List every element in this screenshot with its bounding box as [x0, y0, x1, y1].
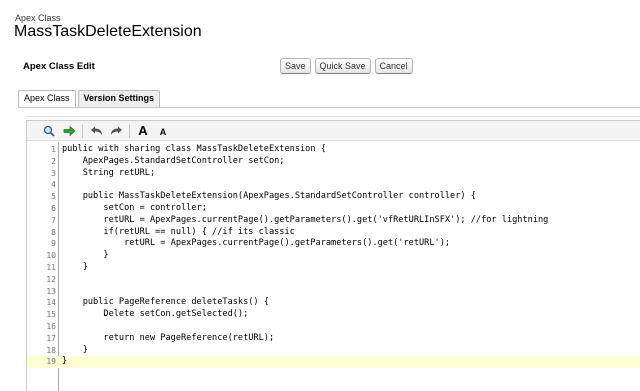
- button-group: Save Quick Save Cancel: [280, 58, 413, 74]
- code-line-text[interactable]: return new PageReference(retURL);: [62, 333, 274, 345]
- code-line[interactable]: 17 return new PageReference(retURL);: [27, 333, 640, 345]
- line-number: 18: [46, 345, 56, 355]
- toolbar-separator: [129, 123, 130, 138]
- line-number: 11: [46, 263, 56, 272]
- code-line-text[interactable]: public MassTaskDeleteExtension(ApexPages…: [62, 191, 476, 203]
- code-editor[interactable]: A A 1 public with sharing class MassTaskD…: [26, 120, 640, 391]
- code-line[interactable]: 10 }: [27, 250, 640, 262]
- font-increase-icon[interactable]: A: [133, 122, 153, 140]
- tab-bar: Apex Class Version Settings: [18, 90, 162, 108]
- code-line[interactable]: 16: [27, 321, 640, 333]
- breadcrumb: Apex Class: [15, 13, 61, 23]
- line-number: 7: [51, 215, 56, 225]
- cancel-button[interactable]: Cancel: [374, 58, 413, 74]
- code-line-text[interactable]: public with sharing class MassTaskDelete…: [62, 144, 326, 156]
- tab-apex-class[interactable]: Apex Class: [18, 90, 76, 108]
- tab-panel-divider: [26, 116, 640, 117]
- line-number: 9: [51, 239, 56, 249]
- code-line[interactable]: 15 Delete setCon.getSelected();: [27, 309, 640, 321]
- line-number: 19: [46, 357, 56, 367]
- code-line-text[interactable]: retURL = ApexPages.currentPage().getPara…: [62, 238, 450, 250]
- code-line-text[interactable]: retURL = ApexPages.currentPage().getPara…: [62, 215, 548, 227]
- code-line[interactable]: 8 if(retURL == null) { //if its classic: [27, 227, 640, 239]
- code-line[interactable]: 9 retURL = ApexPages.currentPage().getPa…: [27, 238, 640, 250]
- line-number: 15: [46, 310, 56, 320]
- line-number: 14: [46, 298, 56, 308]
- code-line[interactable]: 2 ApexPages.StandardSetController setCon…: [27, 156, 640, 168]
- code-line[interactable]: 11 }: [27, 262, 640, 274]
- code-line[interactable]: 3 String retURL;: [27, 168, 640, 180]
- code-line-text[interactable]: String retURL;: [62, 168, 155, 180]
- code-line[interactable]: 12: [27, 274, 640, 286]
- tab-version-settings[interactable]: Version Settings: [77, 90, 161, 107]
- code-line[interactable]: 13: [27, 286, 640, 298]
- code-area[interactable]: 1 public with sharing class MassTaskDelet…: [27, 142, 640, 391]
- code-line-text[interactable]: }: [62, 262, 88, 274]
- undo-icon[interactable]: [86, 122, 106, 140]
- code-line[interactable]: 14 public PageReference deleteTasks() {: [27, 297, 640, 309]
- code-line[interactable]: 5 public MassTaskDeleteExtension(ApexPag…: [27, 191, 640, 203]
- editor-toolbar: A A: [27, 121, 640, 141]
- line-number: 4: [51, 180, 56, 190]
- code-line[interactable]: 6 setCon = controller;: [27, 203, 640, 215]
- code-line[interactable]: 18 }: [27, 345, 640, 357]
- line-number: 8: [51, 227, 56, 237]
- code-line-text[interactable]: if(retURL == null) { //if its classic: [62, 227, 294, 239]
- goto-arrow-icon[interactable]: [59, 122, 79, 140]
- code-line[interactable]: 7 retURL = ApexPages.currentPage().getPa…: [27, 215, 640, 227]
- code-line-text[interactable]: }: [62, 356, 67, 368]
- redo-icon[interactable]: [106, 122, 126, 140]
- line-number: 1: [51, 145, 56, 154]
- line-number: 2: [51, 156, 56, 166]
- line-number: 3: [51, 168, 56, 178]
- code-line-text[interactable]: setCon = controller;: [62, 203, 206, 215]
- font-decrease-icon[interactable]: A: [153, 122, 173, 140]
- search-icon[interactable]: [39, 122, 59, 140]
- line-number: 17: [46, 333, 56, 343]
- code-line[interactable]: 1 public with sharing class MassTaskDelet…: [27, 144, 640, 156]
- line-number: 16: [46, 322, 56, 331]
- page-title: MassTaskDeleteExtension: [14, 23, 202, 40]
- line-number: 10: [46, 251, 56, 261]
- toolbar-separator: [82, 123, 83, 138]
- line-number: 13: [46, 286, 56, 296]
- code-line-text[interactable]: ApexPages.StandardSetController setCon;: [62, 156, 285, 168]
- code-line-text[interactable]: public PageReference deleteTasks() {: [62, 297, 269, 309]
- line-number: 5: [51, 192, 56, 202]
- code-line-text[interactable]: }: [62, 345, 88, 357]
- code-line-text[interactable]: Delete setCon.getSelected();: [62, 309, 248, 321]
- save-button[interactable]: Save: [280, 58, 311, 74]
- tab-divider: [18, 107, 640, 108]
- line-number: 6: [51, 204, 56, 213]
- section-title: Apex Class Edit: [23, 61, 95, 72]
- code-line[interactable]: 4: [27, 179, 640, 191]
- quick-save-button[interactable]: Quick Save: [314, 58, 371, 74]
- line-number: 12: [46, 274, 56, 284]
- code-line[interactable]: 19}: [27, 356, 640, 369]
- code-line-text[interactable]: }: [62, 250, 108, 262]
